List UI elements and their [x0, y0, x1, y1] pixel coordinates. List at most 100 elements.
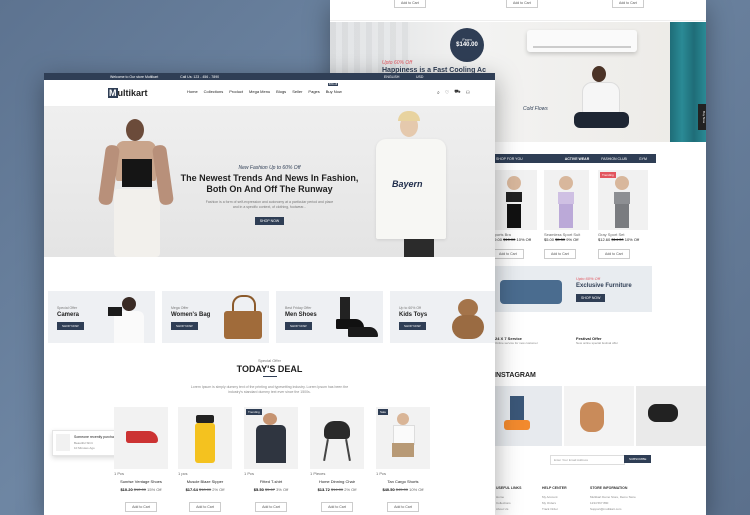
cart-icon[interactable]: ⛟ [454, 89, 460, 96]
air-conditioner-image [527, 30, 637, 52]
shop-now-button[interactable]: SHOP NOW [57, 322, 84, 330]
notification-thumbnail [56, 434, 70, 451]
cold-flows-label: Cold Flows [523, 106, 548, 112]
category-tag: Special Offer [57, 306, 78, 310]
nav-pages[interactable]: Pages [308, 89, 319, 94]
add-to-cart-button[interactable]: Add to Cart [544, 249, 576, 259]
nav-blogs[interactable]: Blogs [276, 89, 286, 94]
product-name: Home Dinning Chair [318, 479, 355, 484]
multikart-homepage-preview: Welcome to Our store Multikart Call Us: … [44, 73, 495, 515]
shop-now-button[interactable]: SHOP NOW [171, 322, 198, 330]
product-discount: 15% Off [147, 487, 162, 492]
add-to-cart-button[interactable]: Add to Cart [255, 502, 287, 512]
category-banner-kids-toys[interactable]: Up to 60% Off Kids Toys SHOP NOW [390, 291, 495, 343]
deal-product-card[interactable]: 1 Pieces Home Dinning Chair $13.72 $14.0… [310, 407, 364, 513]
category-banner-camera[interactable]: Special Offer Camera SHOP NOW [48, 291, 155, 343]
user-icon[interactable]: ⚇ [466, 90, 470, 96]
footer-col-title: STORE INFORMATION [590, 486, 628, 490]
add-to-cart-button[interactable]: Add to Cart [492, 249, 524, 259]
stock-label: 1 Pieces [310, 471, 326, 476]
logo[interactable]: Multikart [108, 88, 148, 98]
instagram-photo[interactable] [492, 386, 562, 446]
add-to-cart-button[interactable]: Add to Cart [321, 502, 353, 512]
tab-fashion-club[interactable]: FASHION CLUB [601, 157, 627, 161]
nav-product[interactable]: Product [229, 89, 243, 94]
product-discount: 10% Off [624, 237, 640, 242]
furniture-tag: Upto 60% Off [576, 276, 601, 281]
newsletter-email-input[interactable]: Enter Your Email Address [550, 455, 625, 465]
furniture-banner[interactable]: Upto 60% Off Exclusive Furniture SHOP NO… [492, 266, 652, 312]
category-banner-womens-bag[interactable]: Mega Offer Women's Bag SHOP NOW [162, 291, 269, 343]
nav-collections[interactable]: Collections [204, 89, 224, 94]
subscribe-button[interactable]: SUBSCRIBE [624, 455, 652, 463]
footer-link[interactable]: Track Order [542, 506, 558, 512]
product-discount: 9% Off [566, 237, 579, 242]
hero-description: Fashion is a form of self-expression and… [205, 200, 334, 209]
product-card[interactable]: Seamless Sport Suit $5.00 $5.50 9% Off A… [544, 170, 589, 260]
add-to-cart-button[interactable]: Add to Cart [598, 249, 630, 259]
tab-gym[interactable]: GYM [639, 157, 647, 161]
notification-item: Beautiful Shirt [74, 441, 93, 445]
price-circle: From $140.00 [450, 28, 484, 62]
deal-description: Lorem Ipsum is simply dummy text of the … [190, 385, 349, 394]
product-card[interactable]: Trending Gray Sport Set $12.60 $14.00 10… [598, 170, 648, 260]
product-discount: 2% Off [344, 487, 357, 492]
footer-col-title: HELP CENTER [542, 486, 567, 490]
product-price: $12.60 [598, 237, 611, 242]
product-card[interactable]: Sports Bra $9.00 $10.00 10% Off Add to C… [492, 170, 537, 260]
instagram-photo[interactable] [636, 386, 706, 446]
price-circle-value: $140.00 [456, 42, 478, 48]
product-image [492, 170, 537, 230]
product-old-price: $14.00 [330, 487, 344, 492]
add-to-cart-button[interactable]: Add to Cart [612, 0, 644, 8]
camera-man-image [108, 295, 148, 343]
category-title: Camera [57, 312, 80, 318]
deal-product-card[interactable]: 1 pcs Muscle Blaze Sipper $17.64 $18.00 … [178, 407, 232, 513]
language-select[interactable]: ENGLISH [384, 75, 399, 79]
instagram-photo[interactable] [564, 386, 634, 446]
nav-buy-now[interactable]: Buy Now 50% off [325, 83, 342, 94]
shop-now-button[interactable]: SHOP NOW [285, 322, 312, 330]
tab-active-wear[interactable]: ACTIVE WEAR [565, 157, 590, 161]
footer-col-title: USEFUL LINKS [496, 486, 522, 490]
nav-home[interactable]: Home [187, 89, 198, 94]
category-title: Men Shoes [285, 312, 317, 318]
service-desc: Online service for new customer [495, 341, 538, 345]
category-banner-men-shoes[interactable]: Best Friday Offer Men Shoes SHOP NOW [276, 291, 383, 343]
hero-model-right: Bayern [364, 109, 474, 257]
deal-product-card[interactable]: Trending 1 Pcs Fitted T-shirt $5.50 $5.6… [244, 407, 298, 513]
nav-seller[interactable]: Seller [292, 89, 302, 94]
main-header: Multikart Home Collections Product Mega … [44, 80, 495, 107]
deal-product-card[interactable]: 1 Pcs Sunrise Ventage Shoes $10.20 $12.0… [114, 407, 168, 513]
add-to-cart-button[interactable]: Add to Cart [125, 502, 157, 512]
add-to-cart-button[interactable]: Add to Cart [506, 0, 538, 8]
add-to-cart-button[interactable]: Add to Cart [394, 0, 426, 8]
product-image [114, 407, 168, 469]
product-tabs: SHOP FOR YOU ACTIVE WEAR FASHION CLUB GY… [492, 154, 656, 163]
nav-mega-menu[interactable]: Mega Menu [249, 89, 270, 94]
add-to-cart-button[interactable]: Add to Cart [387, 502, 419, 512]
deal-products: 1 Pcs Sunrise Ventage Shoes $10.20 $12.0… [114, 407, 484, 515]
buy-now-label: Buy Now [325, 89, 342, 94]
currency-select[interactable]: USD [416, 75, 423, 79]
sale-badge: Sale [378, 409, 389, 415]
product-image [310, 407, 364, 469]
tshirt-print: Bayern [392, 179, 423, 189]
phone-text: Call Us: 123 - 456 - 7890 [180, 74, 220, 79]
ac-tag: Upto 60% Off [382, 60, 413, 66]
trending-badge: Trending [600, 172, 616, 178]
shop-now-button[interactable]: SHOP NOW [399, 322, 426, 330]
add-to-cart-button[interactable]: Add to Cart [189, 502, 221, 512]
tab-shop-for-you[interactable]: SHOP FOR YOU [496, 157, 523, 161]
heart-icon[interactable]: ♡ [445, 90, 449, 96]
product-old-price: $18.00 [198, 487, 212, 492]
search-icon[interactable]: ⌕ [437, 90, 440, 96]
deal-product-card[interactable]: Sale 1 Pcs Tan Cargo Shorts $40.50 $45.0… [376, 407, 430, 513]
trending-badge: Trending [246, 409, 262, 415]
footer-link[interactable]: About Us [496, 506, 511, 512]
hero-shop-now-button[interactable]: SHOP NOW [254, 217, 285, 225]
product-price: $40.50 [382, 487, 395, 492]
shop-now-button[interactable]: SHOP NOW [576, 294, 606, 302]
product-name: Muscle Blaze Sipper [186, 479, 224, 484]
buy-now-side-tab[interactable]: Buy Now [698, 104, 706, 130]
